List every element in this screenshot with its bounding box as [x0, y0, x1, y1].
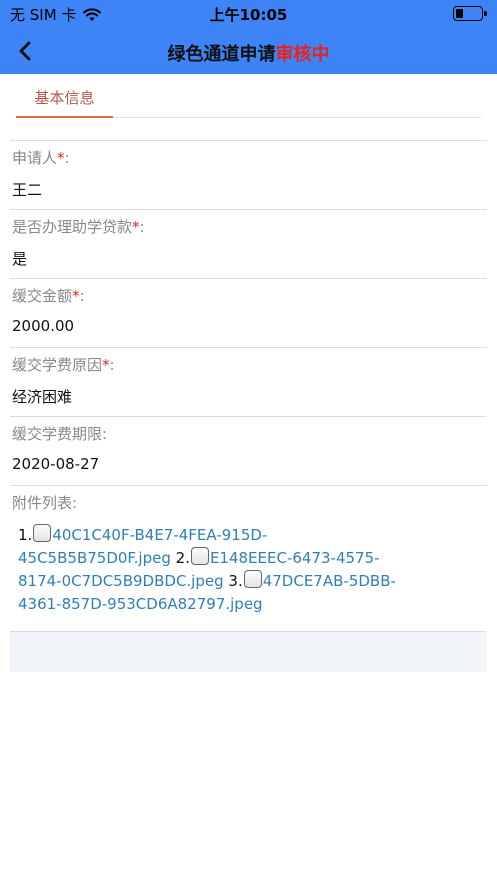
tab-basic-info[interactable]: 基本信息	[16, 74, 113, 118]
field-value: 是	[12, 250, 28, 268]
attachment-index: 1.	[18, 526, 33, 544]
required-mark: *	[102, 356, 110, 374]
field-label: 附件列表:	[12, 494, 78, 512]
status-bar: 无 SIM 卡 上午10:05	[0, 0, 497, 28]
tab-bar: 基本信息	[16, 74, 481, 118]
field-label: 缓交学费原因*:	[12, 356, 115, 374]
attachment-list: 1. 40C1C40F-B4E7-4FEA-915D-45C5B5B75D0F.j…	[18, 524, 408, 616]
field-label: 申请人*:	[12, 149, 70, 167]
field-reason: 缓交学费原因*: 经济困难	[10, 347, 487, 416]
clock: 上午10:05	[209, 6, 288, 24]
field-value: 经济困难	[12, 388, 73, 406]
field-label: 缓交金额*:	[12, 287, 85, 305]
attachment-index: 3.	[228, 572, 243, 590]
required-mark: *	[57, 149, 65, 167]
footer-strip	[10, 631, 487, 672]
field-deadline: 缓交学费期限: 2020-08-27	[10, 416, 487, 485]
status-label: 审核中	[275, 44, 330, 65]
attachment-index: 2.	[175, 549, 190, 567]
field-value: 2000.00	[12, 317, 75, 335]
field-applicant: 申请人*: 王二	[10, 140, 487, 209]
required-mark: *	[72, 287, 80, 305]
battery-icon	[453, 6, 487, 21]
checkbox-icon[interactable]	[33, 524, 52, 542]
checkbox-icon[interactable]	[243, 570, 262, 588]
required-mark: *	[132, 218, 140, 236]
field-amount: 缓交金额*: 2000.00	[10, 278, 487, 347]
page-title: 绿色通道申请审核中	[0, 40, 497, 66]
nav-bar: 绿色通道申请审核中	[0, 28, 497, 74]
field-loan: 是否办理助学贷款*: 是	[10, 209, 487, 278]
field-label: 是否办理助学贷款*:	[12, 218, 145, 236]
field-attachments: 附件列表: 1. 40C1C40F-B4E7-4FEA-915D-45C5B5B7…	[10, 485, 487, 631]
field-label: 缓交学费期限:	[12, 425, 108, 443]
detail-form: 申请人*: 王二 是否办理助学贷款*: 是 缓交金额*: 2000.00 缓交学…	[10, 140, 487, 631]
title-text: 绿色通道申请	[167, 44, 276, 65]
checkbox-icon[interactable]	[190, 547, 209, 565]
field-value: 2020-08-27	[12, 455, 100, 473]
field-value: 王二	[12, 181, 43, 199]
